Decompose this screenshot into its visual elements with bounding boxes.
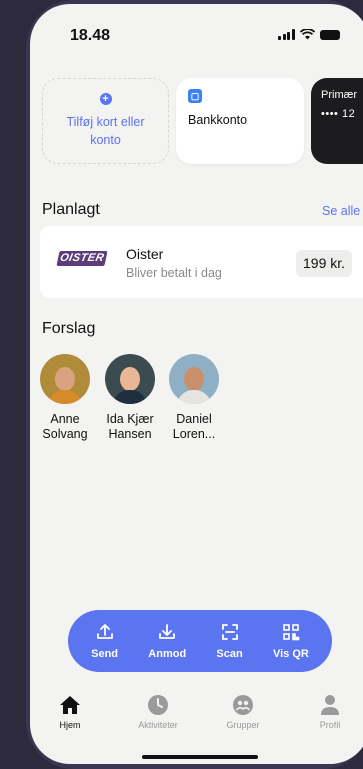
signal-icon (278, 29, 295, 40)
add-card-label: Tilføj kort eller konto (66, 115, 145, 147)
send-label: Send (91, 648, 119, 660)
add-card-button[interactable]: + Tilføj kort eller konto (42, 78, 169, 164)
avatar (105, 354, 155, 404)
primary-card-number: •••• 12 (321, 108, 356, 120)
scan-icon (221, 624, 238, 640)
home-indicator (142, 755, 258, 759)
contact-name: Ida Kjær Hansen (106, 412, 154, 441)
tab-bar: Hjem Aktiviteter Grupper Profil (30, 694, 363, 739)
group-icon (233, 695, 253, 715)
home-icon (60, 696, 80, 714)
payment-status: Bliver betalt i dag (126, 266, 222, 280)
request-button[interactable]: Anmod (148, 622, 186, 660)
oister-logo: OISTER (56, 251, 108, 266)
avatar (169, 354, 219, 404)
scan-label: Scan (216, 648, 243, 660)
show-qr-button[interactable]: Vis QR (273, 622, 309, 660)
status-time: 18.48 (70, 27, 111, 44)
clock-icon (148, 695, 168, 715)
profile-icon (321, 695, 339, 715)
upload-icon (96, 624, 113, 639)
tab-home[interactable]: Hjem (40, 694, 100, 730)
tab-profile-label: Profil (319, 720, 341, 730)
show-qr-label: Vis QR (272, 648, 309, 660)
bank-account-label: Bankkonto (188, 113, 248, 127)
tab-activities[interactable]: Aktiviteter (128, 694, 188, 730)
planned-title: Planlagt (42, 201, 100, 218)
planned-payment-row[interactable]: OISTER Oister Bliver betalt i dag 199 kr… (40, 226, 363, 298)
plus-icon: + (99, 93, 112, 105)
battery-icon (319, 29, 340, 40)
request-label: Anmod (148, 648, 187, 660)
tab-profile[interactable]: Profil (300, 694, 360, 730)
suggestion-contact[interactable]: Ida Kjær Hansen (95, 354, 165, 442)
suggestion-contact[interactable]: Anne Solvang (30, 354, 100, 442)
app-screen: 18.48 + Tilføj kort eller konto ▢ Bankko… (30, 4, 363, 764)
bank-account-card[interactable]: ▢ Bankkonto (176, 78, 304, 164)
qr-icon (283, 624, 300, 641)
avatar (40, 354, 90, 404)
primary-card-title: Primær (321, 89, 358, 101)
primary-card[interactable]: Primær •••• 12 (311, 78, 363, 164)
action-bar: Send Anmod Scan Vis QR (68, 610, 332, 672)
suggestions-title: Forslag (42, 320, 96, 337)
amount-badge: 199 kr. (296, 250, 353, 277)
see-all-link[interactable]: Se alle (322, 204, 360, 218)
tab-home-label: Hjem (59, 720, 81, 730)
merchant-name: Oister (126, 246, 164, 262)
wifi-icon (299, 29, 315, 40)
download-icon (159, 624, 176, 639)
tab-groups-label: Grupper (226, 720, 260, 730)
contact-name: Daniel Loren... (172, 412, 216, 441)
status-icons (278, 29, 340, 40)
scan-button[interactable]: Scan (216, 622, 243, 660)
tab-groups[interactable]: Grupper (213, 694, 273, 730)
tab-activities-label: Aktiviteter (138, 720, 178, 730)
send-button[interactable]: Send (91, 622, 118, 660)
bank-icon: ▢ (188, 89, 202, 103)
suggestion-contact[interactable]: Daniel Loren... (159, 354, 229, 442)
contact-name: Anne Solvang (42, 412, 88, 441)
